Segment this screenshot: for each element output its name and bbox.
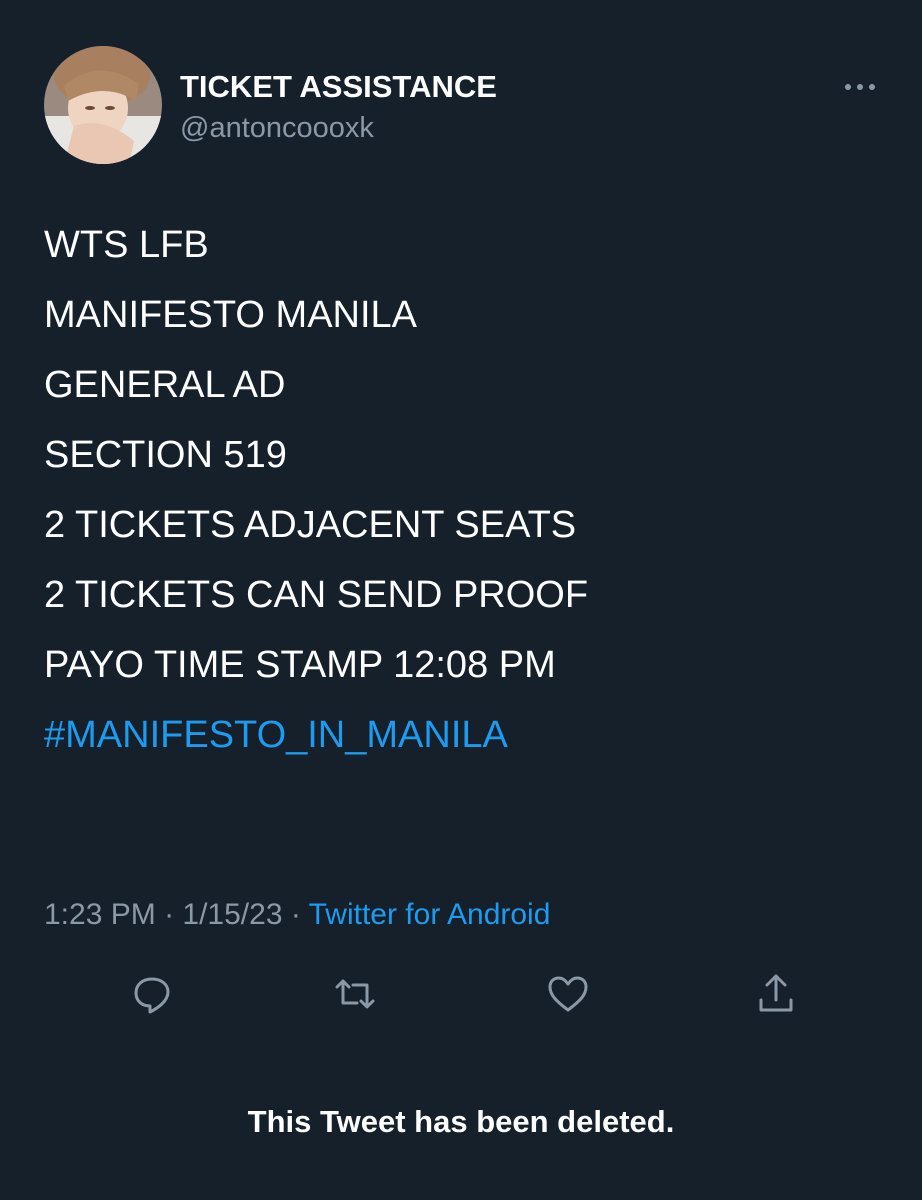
- user-handle[interactable]: @antoncoooxk: [180, 111, 374, 145]
- tweet-line: PAYO TIME STAMP 12:08 PM: [44, 644, 556, 686]
- meta-separator: ·: [282, 898, 309, 931]
- deleted-tweet-notice: This Tweet has been deleted.: [247, 1104, 675, 1139]
- hashtag-link[interactable]: #MANIFESTO_IN_MANILA: [44, 712, 884, 758]
- tweet-date[interactable]: 1/15/23: [182, 898, 282, 931]
- tweet-meta: 1:23 PM · 1/15/23 · Twitter for Android: [44, 897, 550, 933]
- reply-icon[interactable]: [128, 970, 176, 1018]
- tweet-time[interactable]: 1:23 PM: [44, 898, 156, 931]
- meta-separator: ·: [155, 898, 183, 931]
- tweet-line: SECTION 519: [44, 434, 287, 476]
- tweet-line: 2 TICKETS CAN SEND PROOF: [44, 574, 589, 616]
- display-name[interactable]: TICKET ASSISTANCE: [180, 69, 497, 105]
- tweet-line: 2 TICKETS ADJACENT SEATS: [44, 504, 577, 546]
- retweet-icon[interactable]: [331, 970, 379, 1018]
- heart-icon[interactable]: [544, 970, 592, 1018]
- avatar[interactable]: [44, 46, 162, 164]
- tweet-text: WTS LFB MANIFESTO MANILA GENERAL AD SECT…: [44, 222, 884, 782]
- share-icon[interactable]: [752, 970, 800, 1018]
- tweet-actions: [0, 970, 922, 1018]
- tweet-line: WTS LFB: [44, 224, 209, 266]
- more-options-icon[interactable]: [838, 72, 882, 102]
- tweet-line: MANIFESTO MANILA: [44, 294, 418, 336]
- tweet-line: GENERAL AD: [44, 364, 286, 406]
- tweet-source-link[interactable]: Twitter for Android: [309, 898, 551, 931]
